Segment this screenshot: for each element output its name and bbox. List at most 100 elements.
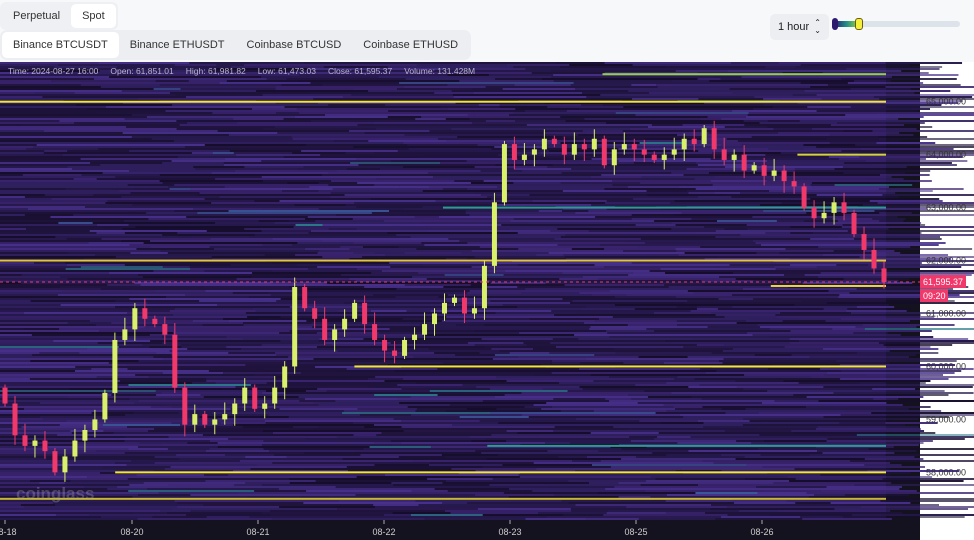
heatmap-cell bbox=[812, 186, 890, 188]
heatmap-cell bbox=[393, 418, 515, 420]
heatmap-cell bbox=[778, 62, 886, 64]
heatmap-cell bbox=[315, 220, 385, 222]
heatmap-cell bbox=[521, 292, 580, 294]
heatmap-cell bbox=[590, 326, 708, 328]
pair-binance-btcusdt[interactable]: Binance BTCUSDT bbox=[2, 32, 119, 58]
slider-handle-low[interactable] bbox=[832, 18, 838, 30]
pair-binance-ethusdt[interactable]: Binance ETHUSDT bbox=[119, 32, 236, 58]
heatmap-cell bbox=[0, 130, 44, 132]
heatmap-cell bbox=[721, 454, 761, 456]
interval-select[interactable]: 1 hour ⌃ ⌄ bbox=[770, 14, 829, 40]
heatmap-cell bbox=[262, 244, 292, 246]
heatmap-cell bbox=[475, 68, 526, 70]
heatmap-cell bbox=[337, 350, 500, 352]
heatmap-cell bbox=[488, 74, 554, 76]
heatmap-cell bbox=[336, 214, 470, 216]
heatmap-cell bbox=[876, 320, 910, 322]
heatmap-cell bbox=[0, 378, 30, 380]
heatmap-cell bbox=[586, 306, 637, 308]
heatmap-cell bbox=[681, 170, 795, 172]
heatmap-cell bbox=[168, 276, 252, 278]
heatmap-cell bbox=[402, 318, 530, 320]
heatmap-cell bbox=[713, 462, 891, 464]
heatmap-cell bbox=[789, 342, 879, 344]
heatmap-cell bbox=[724, 126, 768, 128]
heatmap-cell bbox=[445, 510, 572, 512]
heatmap-cell bbox=[495, 312, 578, 314]
heatmap-cell bbox=[171, 160, 262, 162]
heatmap-cell bbox=[427, 478, 493, 480]
heatmap-cell bbox=[121, 196, 220, 198]
heatmap-cell bbox=[392, 512, 451, 514]
heatmap-cell bbox=[490, 198, 634, 200]
heatmap-cell bbox=[168, 134, 229, 136]
heatmap-cell bbox=[228, 210, 390, 212]
heatmap-cell bbox=[571, 510, 609, 512]
heatmap-cell bbox=[378, 76, 460, 78]
heatmap-cell bbox=[694, 178, 867, 180]
heatmap-cell bbox=[129, 484, 169, 486]
tab-spot[interactable]: Spot bbox=[71, 4, 116, 28]
heatmap-cell bbox=[882, 478, 974, 480]
heatmap-cell bbox=[834, 222, 922, 224]
candle-body bbox=[551, 138, 557, 145]
heatmap-cell bbox=[44, 194, 94, 196]
heatmap-cell bbox=[866, 178, 904, 180]
heatmap-cell bbox=[649, 270, 762, 272]
candle-body bbox=[761, 165, 767, 176]
candle-body bbox=[621, 144, 627, 150]
heatmap-cell bbox=[605, 202, 671, 204]
color-range-slider[interactable] bbox=[832, 18, 960, 30]
heatmap-cell bbox=[237, 492, 400, 494]
heatmap-cell bbox=[244, 228, 329, 230]
heatmap-cell bbox=[0, 224, 98, 226]
heatmap-cell bbox=[190, 188, 333, 190]
heatmap-cell bbox=[164, 328, 297, 330]
liquidation-heatmap-chart[interactable]: 58,000.0059,000.0060,000.0061,000.0062,0… bbox=[0, 62, 974, 540]
heatmap-cell bbox=[557, 244, 601, 246]
heatmap-cell bbox=[711, 352, 858, 354]
heatmap-cell bbox=[175, 94, 263, 96]
heatmap-cell bbox=[795, 66, 943, 68]
heatmap-cell bbox=[23, 328, 60, 330]
heatmap-cell bbox=[22, 124, 180, 126]
heatmap-cell bbox=[718, 298, 754, 300]
candle-body bbox=[202, 414, 208, 425]
heatmap-cell bbox=[744, 124, 831, 126]
heatmap-cell bbox=[22, 174, 82, 176]
heatmap-cell bbox=[318, 182, 358, 184]
heatmap-cell bbox=[186, 216, 308, 218]
heatmap-cell bbox=[538, 512, 607, 514]
heatmap-cell bbox=[0, 252, 68, 254]
heatmap-cell bbox=[784, 274, 805, 276]
heatmap-cell bbox=[390, 160, 467, 162]
heatmap-cell bbox=[877, 136, 928, 138]
tab-perpetual[interactable]: Perpetual bbox=[2, 4, 71, 28]
heatmap-cell bbox=[131, 136, 292, 138]
pair-coinbase-ethusd[interactable]: Coinbase ETHUSD bbox=[352, 32, 469, 58]
heatmap-cell bbox=[568, 502, 735, 504]
heatmap-cell bbox=[181, 344, 262, 346]
heatmap-cell bbox=[0, 454, 177, 456]
heatmap-cell bbox=[613, 426, 704, 428]
heatmap-cell bbox=[582, 276, 720, 278]
heatmap-cell bbox=[606, 122, 760, 124]
heatmap-cell bbox=[416, 408, 467, 410]
heatmap-cell bbox=[833, 408, 909, 410]
heatmap-cell bbox=[518, 248, 572, 250]
heatmap-cell bbox=[42, 418, 218, 420]
heatmap-cell bbox=[471, 122, 607, 124]
heatmap-cell bbox=[236, 278, 350, 280]
heatmap-cell bbox=[356, 206, 423, 208]
candle-body bbox=[691, 138, 697, 145]
heatmap-cell bbox=[599, 414, 680, 416]
pair-coinbase-btcusd[interactable]: Coinbase BTCUSD bbox=[236, 32, 353, 58]
heatmap-cell bbox=[274, 126, 367, 128]
heatmap-cell bbox=[853, 332, 888, 334]
heatmap-cell bbox=[387, 116, 422, 118]
candle-body bbox=[22, 435, 28, 446]
slider-handle-high[interactable] bbox=[855, 18, 863, 30]
heatmap-cell bbox=[614, 486, 757, 488]
heatmap-cell bbox=[249, 236, 411, 238]
heatmap-cell bbox=[680, 468, 795, 470]
